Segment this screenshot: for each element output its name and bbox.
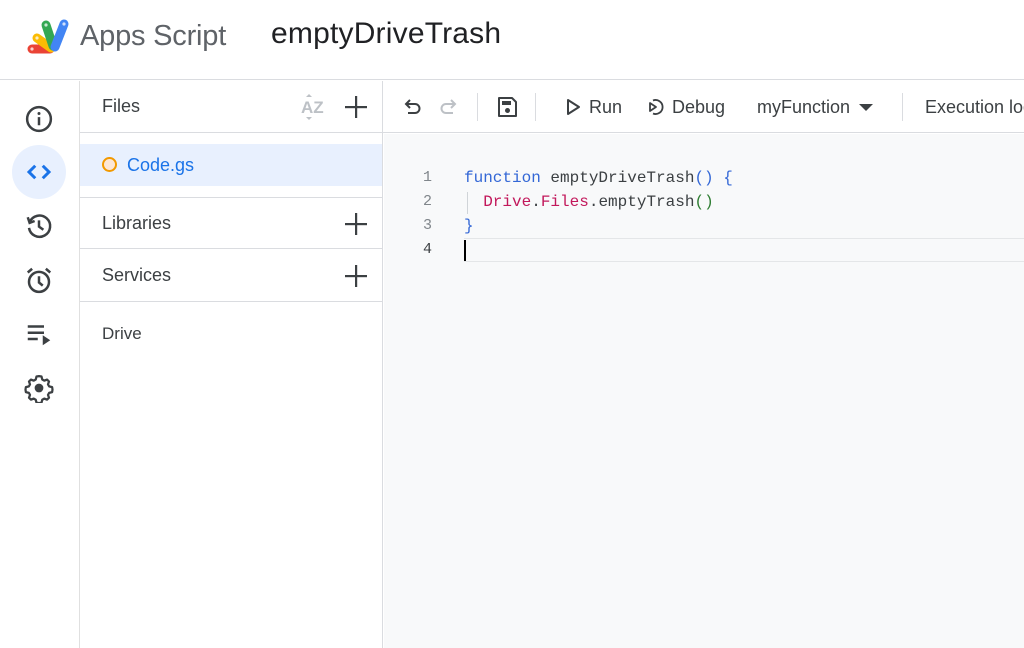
sort-az-icon: AZ: [301, 94, 324, 120]
debug-label: Debug: [672, 96, 726, 117]
code-token: emptyDriveTrash: [540, 169, 695, 187]
code-line[interactable]: 1 function emptyDriveTrash() {: [384, 166, 1024, 190]
plus-icon: [345, 265, 367, 287]
add-library-button[interactable]: [342, 210, 370, 238]
run-button[interactable]: Run: [563, 95, 622, 119]
plus-icon: [345, 96, 367, 118]
rail-triggers-button[interactable]: [12, 253, 66, 307]
services-heading: Services: [102, 265, 172, 285]
execution-log-button[interactable]: Execution log: [925, 95, 1024, 119]
info-icon: [25, 105, 53, 133]
rail-settings-button[interactable]: [12, 361, 66, 415]
function-select-value: myFunction: [757, 96, 851, 117]
code-text: function emptyDriveTrash() {: [464, 166, 733, 190]
files-heading: Files: [102, 96, 141, 116]
sort-files-button[interactable]: AZ: [298, 91, 330, 123]
code-icon: [26, 164, 52, 180]
apps-script-logo-icon[interactable]: [26, 16, 74, 56]
alarm-icon: [26, 267, 52, 294]
line-number: 1: [422, 169, 432, 186]
files-section-header: Files AZ: [80, 81, 382, 133]
code-text: Drive.Files.emptyTrash(): [464, 190, 714, 214]
text-cursor: [464, 240, 466, 261]
code-line[interactable]: 3}: [384, 214, 1024, 238]
code-editor[interactable]: 1 function emptyDriveTrash() {2 Drive.Fil…: [384, 134, 1024, 648]
editor-toolbar: Run Debug myFunction Execution log: [383, 81, 1024, 133]
play-icon: [567, 99, 580, 115]
code-token: (): [694, 193, 714, 211]
code-token: {: [713, 169, 733, 187]
svg-text:AZ: AZ: [301, 98, 324, 117]
dropdown-arrow-icon: [859, 104, 874, 111]
toolbar-divider: [535, 93, 536, 121]
undo-icon: [404, 99, 421, 114]
code-token: .: [531, 193, 541, 211]
app-name: Apps Script: [80, 20, 227, 52]
toolbar-divider: [902, 93, 903, 121]
file-name: Code.gs: [127, 155, 195, 175]
playlist-play-icon: [27, 325, 51, 346]
service-item-drive[interactable]: Drive: [102, 324, 142, 344]
add-service-button[interactable]: [342, 262, 370, 290]
execution-log-label: Execution log: [925, 96, 1024, 117]
rail-overview-button[interactable]: [12, 92, 66, 146]
toolbar-divider: [477, 93, 478, 121]
line-number: 2: [422, 193, 432, 210]
project-title[interactable]: emptyDriveTrash: [271, 17, 501, 51]
unsaved-indicator-icon: [102, 157, 117, 172]
save-icon: [498, 97, 517, 117]
code-token: function: [464, 169, 541, 187]
code-token: .emptyTrash: [588, 193, 695, 211]
code-text: }: [464, 214, 474, 238]
code-token: Files: [540, 193, 589, 211]
function-select-dropdown[interactable]: myFunction: [757, 95, 876, 119]
line-number: 4: [422, 241, 432, 258]
code-token: }: [464, 217, 474, 235]
code-token: (): [694, 169, 714, 187]
file-item-code-gs[interactable]: Code.gs: [80, 144, 382, 186]
rail-executions-log-button[interactable]: [12, 307, 66, 361]
libraries-section-header: Libraries: [80, 197, 382, 249]
rail-executions-button[interactable]: [12, 199, 66, 253]
gear-icon: [24, 375, 54, 403]
history-icon: [26, 214, 52, 239]
code-token: Drive: [483, 193, 532, 211]
plus-icon: [345, 213, 367, 235]
redo-icon: [440, 99, 457, 114]
nav-rail: [0, 81, 80, 648]
rail-editor-button[interactable]: [12, 145, 66, 199]
services-section-header: Services: [80, 250, 382, 302]
line-number: 3: [422, 217, 432, 234]
save-button[interactable]: [495, 95, 519, 119]
code-line[interactable]: 4: [384, 238, 1024, 262]
run-label: Run: [589, 96, 623, 117]
libraries-heading: Libraries: [102, 213, 172, 233]
code-line[interactable]: 2 Drive.Files.emptyTrash(): [384, 190, 1024, 214]
debug-button[interactable]: Debug: [646, 95, 725, 119]
undo-button[interactable]: [400, 95, 424, 119]
app-header: Apps Script emptyDriveTrash: [0, 0, 1024, 80]
debug-icon: [649, 99, 664, 115]
add-file-button[interactable]: [342, 93, 370, 121]
files-panel: Files AZ Code.gs Libraries Services Driv…: [80, 81, 383, 648]
redo-button[interactable]: [437, 95, 461, 119]
